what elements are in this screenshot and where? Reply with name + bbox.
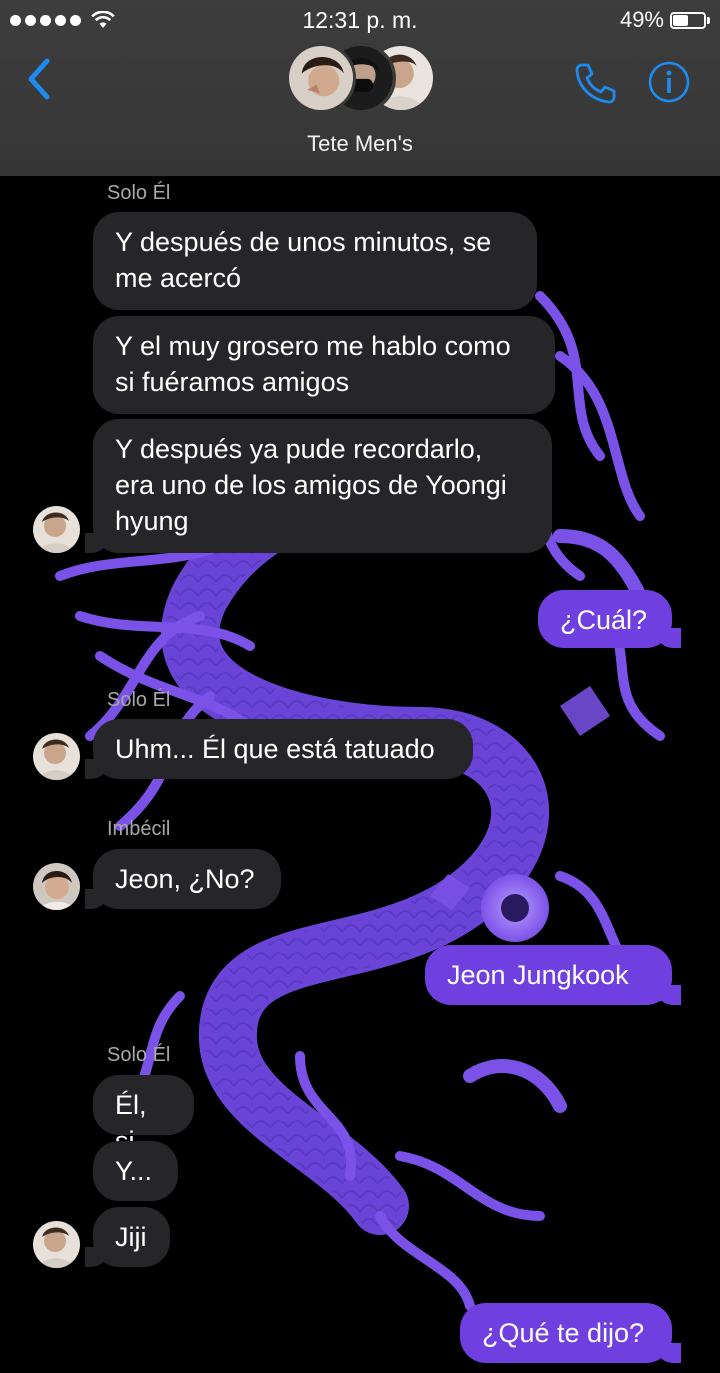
outgoing-message[interactable]: Jeon Jungkook (425, 945, 681, 1005)
group-name[interactable]: Tete Men's (0, 131, 720, 157)
status-time: 12:31 p. m. (302, 7, 418, 33)
outgoing-message[interactable]: ¿Cuál? (538, 590, 681, 648)
incoming-message[interactable]: Y después de unos minutos, se me acercó (93, 212, 537, 310)
avatar (286, 43, 356, 113)
incoming-message[interactable]: Y... (93, 1141, 178, 1201)
battery-icon (670, 11, 706, 29)
incoming-message[interactable]: Uhm... Él que está tatuado (85, 719, 473, 779)
sender-name: Solo Él (107, 182, 171, 204)
sender-avatar[interactable] (33, 733, 80, 780)
incoming-message[interactable]: Jeon, ¿No? (85, 849, 281, 909)
sender-name: Imbécil (107, 818, 171, 840)
sender-avatar[interactable] (33, 1221, 80, 1268)
phone-icon[interactable] (572, 60, 618, 106)
info-icon[interactable] (648, 61, 690, 103)
back-chevron-icon[interactable] (22, 56, 56, 102)
battery-indicator: 49% (620, 0, 710, 40)
battery-percent: 49% (619, 7, 664, 32)
group-avatar-stack[interactable] (286, 40, 436, 116)
incoming-message[interactable]: Y el muy grosero me hablo como si fuéram… (93, 316, 555, 414)
sender-name: Solo Él (107, 1044, 171, 1066)
incoming-message[interactable]: Y después ya pude recordarlo, era uno de… (85, 419, 552, 553)
incoming-message[interactable]: Él, si (93, 1075, 194, 1156)
sender-avatar[interactable] (33, 506, 80, 553)
outgoing-message[interactable]: ¿Qué te dijo? (460, 1303, 681, 1363)
incoming-message[interactable]: Jiji (85, 1207, 170, 1267)
conversation-header: 12:31 p. m. 49% Tete Men's (0, 0, 720, 176)
sender-name: Solo Él (107, 689, 171, 711)
sender-avatar[interactable] (33, 863, 80, 910)
